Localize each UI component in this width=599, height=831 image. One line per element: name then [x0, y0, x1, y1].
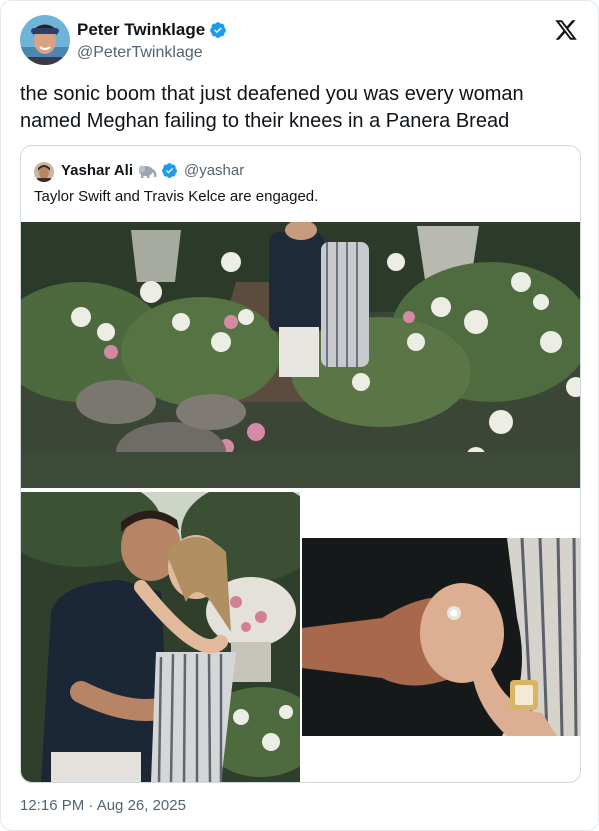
ring-photo[interactable] — [302, 538, 580, 736]
couple-photo[interactable] — [21, 492, 300, 782]
quote-author-row[interactable]: Yashar Ali @yashar — [61, 162, 244, 179]
verified-badge-icon — [162, 163, 177, 178]
x-logo-icon[interactable] — [554, 18, 578, 42]
elephant-emoji-icon — [138, 165, 157, 178]
quote-text: Taylor Swift and Travis Kelce are engage… — [34, 188, 319, 205]
quote-author-name[interactable]: Yashar Ali — [61, 162, 133, 179]
tweet-text: the sonic boom that just deafened you wa… — [20, 83, 524, 132]
garden-photo[interactable] — [21, 222, 580, 488]
author-handle[interactable]: @PeterTwinklage — [77, 44, 203, 62]
author-avatar[interactable] — [20, 15, 70, 65]
quote-author-handle[interactable]: @yashar — [184, 162, 244, 179]
timestamp[interactable]: 12:16 PM · Aug 26, 2025 — [20, 797, 186, 814]
author-name[interactable]: Peter Twinklage — [77, 20, 205, 40]
quoted-tweet[interactable]: Yashar Ali @yashar Taylor Swift and Trav… — [20, 145, 581, 783]
quote-author-avatar[interactable] — [34, 162, 54, 182]
verified-badge-icon — [210, 22, 227, 38]
tweet-card: Peter Twinklage @PeterTwinklage the soni… — [0, 0, 599, 831]
author-name-row[interactable]: Peter Twinklage — [77, 20, 227, 40]
